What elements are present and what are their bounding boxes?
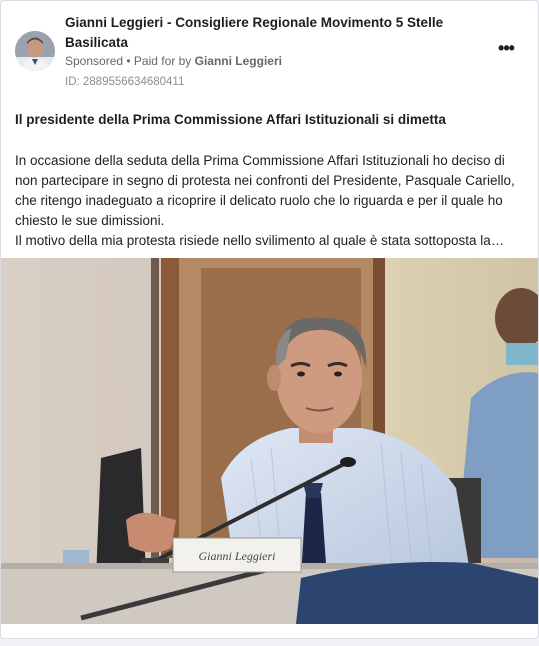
sponsored-label: Sponsored	[65, 54, 124, 68]
avatar[interactable]	[15, 31, 55, 71]
ad-body-text: In occasione della seduta della Prima Co…	[15, 151, 531, 251]
ad-photo[interactable]: Gianni Leggieri	[1, 258, 538, 624]
nameplate-text: Gianni Leggieri	[199, 549, 276, 563]
ad-header: Gianni Leggieri - Consigliere Regionale …	[1, 1, 538, 101]
more-horizontal-icon: •••	[498, 38, 515, 58]
page-name[interactable]: Gianni Leggieri - Consigliere Regionale …	[65, 13, 475, 53]
body-paragraph: In occasione della seduta della Prima Co…	[15, 153, 515, 228]
body-paragraph: Il motivo della mia protesta risiede nel…	[15, 233, 505, 248]
more-options-button[interactable]: •••	[496, 38, 516, 61]
sponsored-line: Sponsored • Paid for by Gianni Leggieri	[65, 53, 282, 69]
ad-photo-image: Gianni Leggieri	[1, 258, 538, 624]
ad-id: ID: 2889556634680411	[65, 76, 185, 88]
payer-name[interactable]: Gianni Leggieri	[195, 54, 282, 68]
ad-card: Gianni Leggieri - Consigliere Regionale …	[0, 0, 539, 639]
ad-headline: Il presidente della Prima Commissione Af…	[15, 112, 446, 127]
paid-for-prefix: • Paid for by	[123, 54, 195, 68]
avatar-photo	[15, 31, 55, 71]
